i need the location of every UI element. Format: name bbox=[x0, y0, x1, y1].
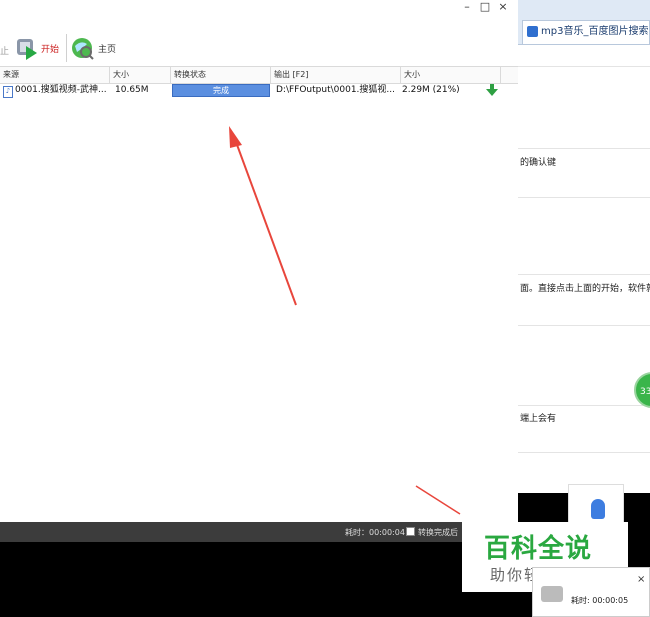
converter-window: – □ × 止 开始 主页 来源 大小 转换状态 输出 [F2] 大小 ♪ 0001.… bbox=[0, 0, 518, 522]
close-icon[interactable]: × bbox=[637, 574, 645, 585]
divider bbox=[518, 274, 650, 275]
browser-window: mp3音乐_百度图片搜索 的确认键 面。直接点击上面的开始，软件就 端上会有 3… bbox=[518, 0, 650, 493]
floating-badge[interactable]: 33 bbox=[634, 372, 650, 408]
browser-snippet: 的确认键 bbox=[520, 158, 557, 168]
browser-tabbar: mp3音乐_百度图片搜索 bbox=[518, 0, 650, 45]
watermark-title: 百科全说 bbox=[484, 534, 593, 564]
divider bbox=[518, 325, 650, 326]
annotation-arrow bbox=[229, 126, 297, 306]
notification-text: 耗时: 00:00:05 bbox=[571, 596, 629, 605]
elapsed-time: 耗时：00:00:04 bbox=[345, 528, 405, 537]
browser-snippet: 端上会有 bbox=[520, 414, 557, 424]
divider bbox=[518, 197, 650, 198]
divider bbox=[518, 148, 650, 149]
divider bbox=[518, 405, 650, 406]
divider bbox=[518, 452, 650, 453]
popup-icon bbox=[591, 499, 605, 519]
after-conversion-label: 转换完成后 bbox=[418, 528, 458, 537]
browser-snippet: 面。直接点击上面的开始，软件就 bbox=[520, 284, 650, 294]
notification-icon bbox=[541, 586, 563, 602]
browser-tab-title: mp3音乐_百度图片搜索 bbox=[541, 26, 649, 37]
notification-toast[interactable]: × 耗时: 00:00:05 bbox=[532, 567, 650, 617]
browser-tab[interactable]: mp3音乐_百度图片搜索 bbox=[522, 20, 650, 44]
browser-tab-icon bbox=[527, 25, 538, 37]
annotation-arrow-2 bbox=[415, 485, 461, 515]
status-strip: 耗时：00:00:04 转换完成后 bbox=[0, 522, 462, 542]
divider bbox=[518, 66, 650, 67]
after-conversion-checkbox[interactable] bbox=[406, 527, 415, 536]
